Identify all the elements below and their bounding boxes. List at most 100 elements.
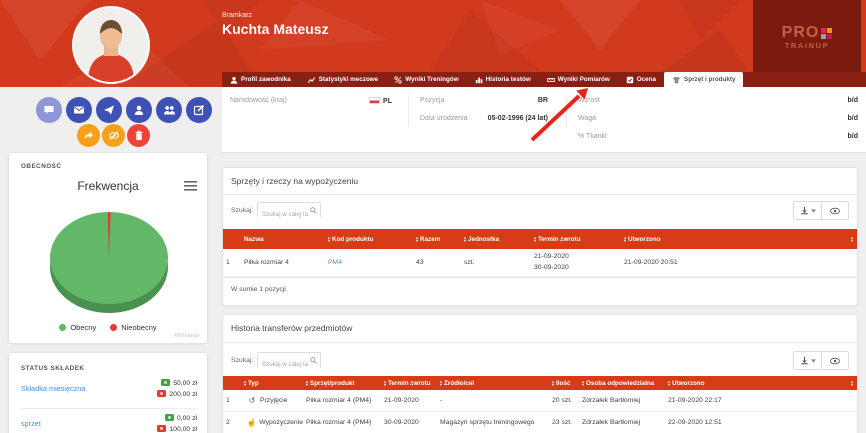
fee-link-monthly[interactable]: Składka miesięczna <box>21 384 86 393</box>
tab-sprzet-i-produkty[interactable]: Sprzęt i produkty <box>664 72 743 87</box>
cell-product: Piłka rozmiar 4 (PM4) <box>303 397 381 404</box>
chart-watermark: ProTrainup <box>174 333 199 339</box>
sort-icon: ▴▾ <box>464 236 466 242</box>
col-razem[interactable]: ▴▾Razem <box>413 236 461 243</box>
col-typ[interactable]: ▴▾Typ <box>241 380 303 387</box>
col-jednostka[interactable]: ▴▾Jednostka <box>461 236 531 243</box>
tab-label: Statystyki meczowe <box>319 76 379 83</box>
transfers-table-row[interactable]: 2 ☝Wypożyczenie Piłka rozmiar 4 (PM4) 30… <box>223 412 857 433</box>
col-kod-produktu[interactable]: ▴▾Kod produktu <box>325 236 413 243</box>
users-icon <box>163 104 176 116</box>
fee-amounts-equipment: 0,00 zł 100,00 zł <box>157 413 197 433</box>
attendance-card: OBECNOŚĆ Frekwencja Obecny Nieobecny Pro… <box>8 152 208 344</box>
hide-player-button[interactable] <box>102 124 125 147</box>
due-amount: 100,00 zł <box>169 426 197 433</box>
divider <box>408 95 409 126</box>
row-num: 1 <box>223 259 241 266</box>
player-actions-row-2 <box>77 124 150 147</box>
col-label: Sprzęt/produkt <box>310 380 354 387</box>
col-label: Osoba odpowiedzialna <box>586 380 654 387</box>
divider <box>223 342 857 343</box>
chart-legend: Obecny Nieobecny <box>9 323 207 332</box>
product-code-link[interactable]: PM4 <box>328 259 342 266</box>
chat-icon <box>43 104 55 116</box>
edit-player-button[interactable] <box>186 97 212 123</box>
col-sprzet-produkt[interactable]: ▴▾Sprzęt/produkt <box>303 380 381 387</box>
col-termin-zwrotu[interactable]: ▴▾Termin zwrotu <box>381 380 437 387</box>
col-ilosc[interactable]: ▴▾Ilość <box>549 380 579 387</box>
legend-dot-red <box>110 324 117 331</box>
transfers-title: Historia transferów przedmiotów <box>231 323 352 333</box>
due-amount-icon <box>157 390 166 397</box>
sort-icon: ▴▾ <box>582 380 584 386</box>
sort-icon: ▴▾ <box>244 380 246 386</box>
col-label: Utworzono <box>628 236 661 243</box>
export-button[interactable] <box>794 352 821 369</box>
cell-person: Zdrzałek Bartłomiej <box>579 397 665 404</box>
tab-profil-zawodnika[interactable]: Profil zawodnika <box>222 72 299 87</box>
col-label: Utworzono <box>672 380 705 387</box>
nationality-code: PL <box>383 98 392 105</box>
groups-button[interactable] <box>156 97 182 123</box>
export-button[interactable] <box>794 202 821 219</box>
tab-wyniki-treningow[interactable]: Wyniki Treningów <box>386 72 466 87</box>
paid-amount-icon <box>161 379 170 386</box>
due-amount: 200,00 zł <box>169 391 197 398</box>
loans-summary: W sumie 1 pozycji <box>223 277 857 307</box>
receive-icon: ↺ <box>244 396 260 405</box>
nationality-label: Narodowość (kraj) <box>230 97 287 104</box>
player-name: Kuchta Mateusz <box>222 21 329 37</box>
eye-off-icon <box>108 130 120 141</box>
col-label: Termin zwrotu <box>388 380 431 387</box>
delete-player-button[interactable] <box>127 124 150 147</box>
cell-type: ↺Przyjęcie <box>241 396 303 405</box>
cell-unit: szt. <box>461 259 531 266</box>
cell-qty: 23 szt. <box>549 419 579 426</box>
player-role: Bramkarz <box>222 12 252 19</box>
tab-ocena[interactable]: Ocena <box>618 72 664 87</box>
attendance-pie-chart[interactable] <box>9 201 209 321</box>
due-amount-icon <box>157 425 166 432</box>
sort-icon: ▴▾ <box>534 236 536 242</box>
column-visibility-button[interactable] <box>821 352 848 369</box>
player-card-button[interactable] <box>126 97 152 123</box>
col-utworzono[interactable]: ▴▾Utworzono▴▾ <box>621 236 857 243</box>
eye-icon <box>830 207 840 215</box>
search-label: Szukaj: <box>231 207 253 214</box>
loans-search <box>257 202 321 218</box>
cell-created: 22-09-2020 12:51 <box>665 419 857 426</box>
download-icon <box>800 206 809 215</box>
column-visibility-button[interactable] <box>821 202 848 219</box>
email-button[interactable] <box>66 97 92 123</box>
share-icon <box>83 130 94 141</box>
share-button[interactable] <box>77 124 100 147</box>
row-num: 2 <box>223 419 241 426</box>
sort-icon: ▴▾ <box>328 236 330 242</box>
col-zrodlo-cel[interactable]: ▴▾Źródło/cel <box>437 380 549 387</box>
sort-icon: ▴▾ <box>306 380 308 386</box>
loans-table-tools <box>793 201 849 220</box>
row-num: 1 <box>223 397 241 404</box>
chart-menu-icon[interactable] <box>184 181 197 191</box>
col-utworzono[interactable]: ▴▾Utworzono▴▾ <box>665 380 857 387</box>
fee-link-equipment[interactable]: sprzet <box>21 419 41 428</box>
cell-total: 43 <box>413 259 461 266</box>
chat-button[interactable] <box>36 97 62 123</box>
send-message-button[interactable] <box>96 97 122 123</box>
person-icon <box>133 104 145 116</box>
tab-statystyki-meczowe[interactable]: Statystyki meczowe <box>299 72 387 87</box>
loans-table-row[interactable]: 1 Piłka rozmiar 4 PM4 43 szt. 21-09-2020… <box>223 249 857 277</box>
cell-return-date: 30-09-2020 <box>381 419 437 426</box>
loans-table-header: Nazwa ▴▾Kod produktu ▴▾Razem ▴▾Jednostka… <box>223 229 857 249</box>
cell-person: Zdrzałek Bartłomiej <box>579 419 665 426</box>
cell-created: 21-09-2020 20:51 <box>621 259 857 266</box>
col-osoba-odpowiedzialna[interactable]: ▴▾Osoba odpowiedzialna <box>579 380 665 387</box>
col-label: Razem <box>420 236 440 243</box>
col-termin-zwrotu[interactable]: ▴▾Termin zwrotu <box>531 236 621 243</box>
col-label: Nazwa <box>244 236 264 243</box>
cell-source: - <box>437 397 549 404</box>
legend-item-present[interactable]: Obecny <box>59 323 96 332</box>
legend-item-absent[interactable]: Nieobecny <box>110 323 156 332</box>
col-nazwa[interactable]: Nazwa <box>241 236 325 243</box>
transfers-table-row[interactable]: 1 ↺Przyjęcie Piłka rozmiar 4 (PM4) 21-09… <box>223 390 857 412</box>
